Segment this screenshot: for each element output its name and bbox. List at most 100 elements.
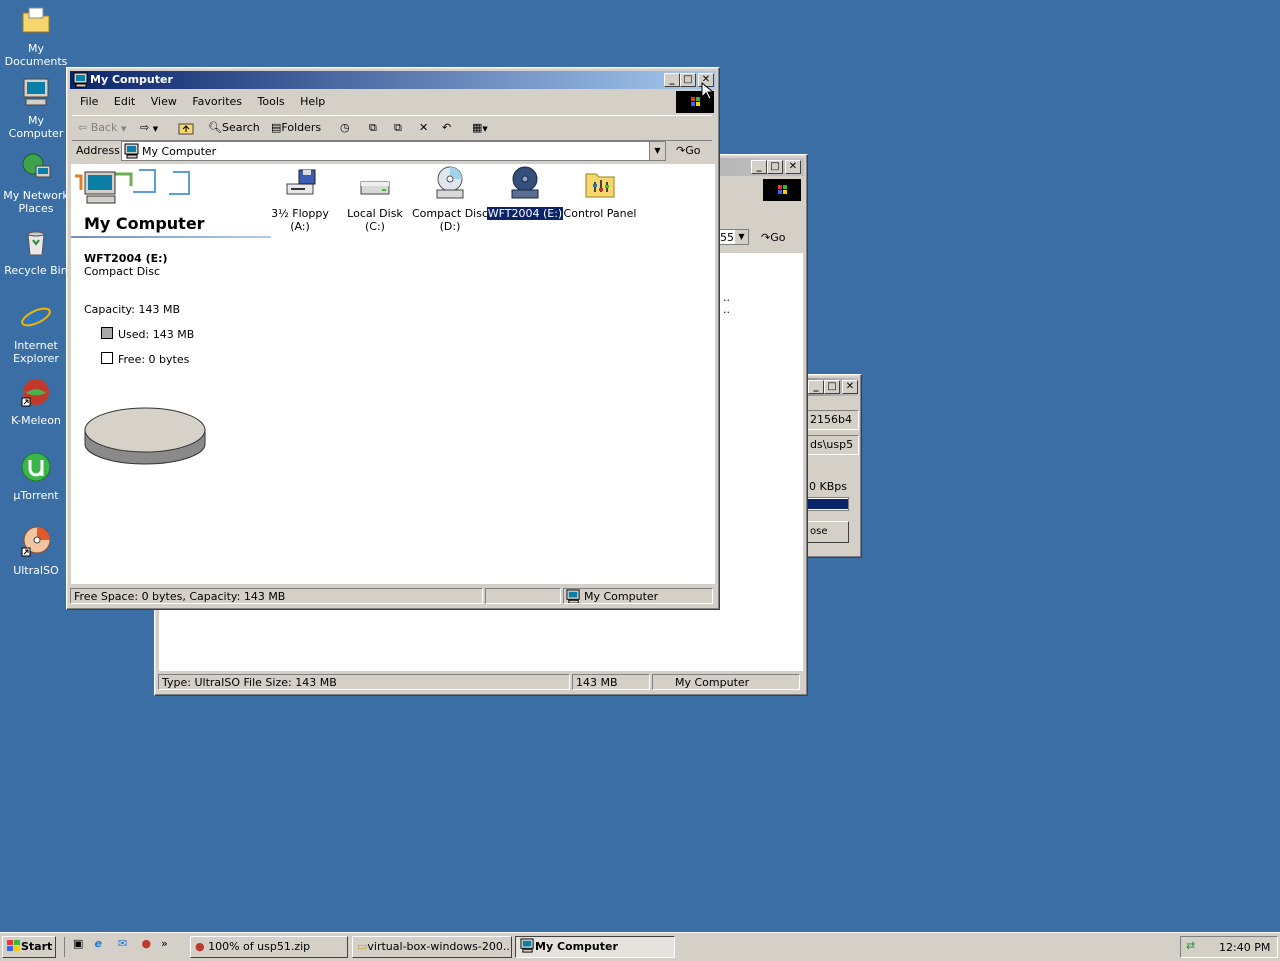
cd-drive-disc-icon xyxy=(511,166,539,199)
move-to-button[interactable]: ⧉ xyxy=(369,118,377,138)
status-empty-pane xyxy=(485,588,561,604)
menu-edit[interactable]: Edit xyxy=(108,93,141,111)
show-desktop-icon[interactable]: ▣ xyxy=(73,937,91,950)
chevron-down-icon: ▼ xyxy=(120,125,127,133)
desktop-icon-utorrent[interactable]: µTorrent xyxy=(0,451,72,502)
menu-favorites[interactable]: Favorites xyxy=(186,93,248,111)
download-close-button[interactable]: ose xyxy=(801,521,849,543)
drive-label: Compact Disc xyxy=(411,207,488,220)
delete-button[interactable]: ✕ xyxy=(419,118,428,138)
ultraiso-icon xyxy=(21,526,51,557)
history-button[interactable]: ◷ xyxy=(340,118,350,138)
minimize-button[interactable]: _ xyxy=(808,380,824,394)
maximize-button[interactable]: □ xyxy=(680,73,696,87)
drive-item-floppy[interactable]: 3½ Floppy (A:) xyxy=(261,166,339,233)
desktop-icon-network-places[interactable]: My Network Places xyxy=(0,151,72,215)
menu-file[interactable]: File xyxy=(74,93,104,111)
drive-item-wft2004[interactable]: WFT2004 (E:) xyxy=(486,166,564,220)
desktop-icon-my-computer[interactable]: My Computer xyxy=(0,76,72,140)
svg-text:e: e xyxy=(25,301,43,333)
search-button[interactable]: 🔍︎Search xyxy=(208,118,260,138)
up-folder-button[interactable] xyxy=(178,118,194,138)
undo-button[interactable]: ↶ xyxy=(442,118,451,138)
network-tray-icon[interactable]: ⇄ xyxy=(1186,939,1195,952)
maximize-button[interactable]: □ xyxy=(767,160,783,174)
close-button[interactable]: ✕ xyxy=(785,160,801,174)
move-to-icon: ⧉ xyxy=(369,121,377,134)
desktop-icon-ultraiso[interactable]: UltraISO xyxy=(0,526,72,577)
my-computer-window[interactable]: My Computer _ □ ✕ File Edit View Favorit… xyxy=(66,67,720,610)
webview-panel: My Computer WFT2004 (E:) Compact Disc Ca… xyxy=(71,164,273,584)
network-places-icon xyxy=(22,153,51,178)
used-legend-swatch xyxy=(101,327,113,339)
standard-toolbar: ⇦ Back ▼ ⇨ ▼ 🔍︎Search ▤Folders ◷ ⧉ ⧉ ✕ ↶… xyxy=(72,115,712,141)
outlook-express-icon[interactable]: ✉ xyxy=(118,937,138,950)
cd-drive-icon xyxy=(436,166,464,199)
desktop-icon-label: Places xyxy=(18,202,54,215)
maximize-button[interactable]: □ xyxy=(824,380,840,394)
desktop-icon-my-documents[interactable]: My Documents xyxy=(0,4,72,68)
task-button-download[interactable]: ● 100% of usp51.zip xyxy=(190,936,348,958)
back-go-button[interactable]: ↷Go xyxy=(761,231,785,244)
menu-tools[interactable]: Tools xyxy=(252,93,291,111)
address-label: Address xyxy=(76,144,120,157)
drive-name: WFT2004 (E:) xyxy=(84,252,168,265)
desktop-icon-label: µTorrent xyxy=(13,489,59,502)
drive-type: Compact Disc xyxy=(84,265,161,278)
go-arrow-icon: ↷ xyxy=(761,231,771,244)
desktop-icon-label: Recycle Bin xyxy=(4,264,68,277)
forward-arrow-icon: ⇨ xyxy=(140,121,150,134)
system-tray: ⇄ 12:40 PM xyxy=(1180,936,1278,958)
minimize-button[interactable]: _ xyxy=(664,73,680,87)
k-meleon-icon[interactable]: ● xyxy=(142,937,158,950)
drive-item-local-disk[interactable]: Local Disk (C:) xyxy=(336,166,414,233)
drive-item-compact-disc-d[interactable]: Compact Disc (D:) xyxy=(411,166,489,233)
folders-icon: ▤ xyxy=(271,121,282,134)
internet-explorer-icon[interactable]: e xyxy=(95,937,115,950)
window-titlebar[interactable]: My Computer xyxy=(70,71,716,89)
desktop-icon-label: My Computer xyxy=(8,114,64,140)
download-line-2: ds\usp5 xyxy=(801,435,859,455)
download-progress-bar xyxy=(801,497,849,511)
close-button[interactable]: ✕ xyxy=(842,380,858,394)
address-value: My Computer xyxy=(142,145,217,158)
free-legend-swatch xyxy=(101,352,113,364)
task-button-my-computer[interactable]: My Computer xyxy=(515,936,675,958)
minimize-button[interactable]: _ xyxy=(751,160,767,174)
my-computer-banner-icon xyxy=(75,169,190,204)
menu-help[interactable]: Help xyxy=(294,93,331,111)
my-computer-icon xyxy=(520,938,534,953)
folder-view[interactable]: My Computer WFT2004 (E:) Compact Disc Ca… xyxy=(71,164,715,584)
back-button[interactable]: ⇦ Back ▼ xyxy=(78,118,126,138)
list-fragment: .. xyxy=(723,303,730,316)
control-panel-item[interactable]: Control Panel xyxy=(561,166,639,220)
go-button[interactable]: ↷Go xyxy=(676,144,700,157)
back-address-combo[interactable]: 55 ▼ xyxy=(717,229,749,245)
menu-view[interactable]: View xyxy=(145,93,183,111)
quicklaunch-more-button[interactable]: » xyxy=(161,937,171,950)
desktop-icon-recycle-bin[interactable]: Recycle Bin xyxy=(0,226,72,277)
chevron-down-icon[interactable]: ▼ xyxy=(735,230,748,244)
start-button[interactable]: Start xyxy=(2,936,56,958)
my-documents-icon xyxy=(22,7,50,33)
recycle-bin-icon xyxy=(27,231,45,256)
desktop-icon-label: My Network xyxy=(3,189,69,202)
forward-button[interactable]: ⇨ ▼ xyxy=(140,118,158,138)
chevron-down-icon[interactable]: ▼ xyxy=(649,142,665,160)
drive-label: 3½ Floppy xyxy=(271,207,329,220)
chevron-down-icon: ▼ xyxy=(482,125,488,133)
copy-to-button[interactable]: ⧉ xyxy=(394,118,402,138)
address-combo[interactable]: My Computer ▼ xyxy=(121,141,666,161)
task-button-folder[interactable]: ▭virtual-box-windows-200... xyxy=(352,936,512,958)
desktop-icon-k-meleon[interactable]: K-Meleon xyxy=(0,376,72,427)
panel-heading: My Computer xyxy=(84,214,205,233)
folders-button[interactable]: ▤Folders xyxy=(271,118,321,138)
desktop-icon-label: My Documents xyxy=(4,42,68,68)
views-button[interactable]: ▦▼ xyxy=(472,118,488,138)
drive-label: (A:) xyxy=(290,220,310,233)
desktop-icon-internet-explorer[interactable]: e Internet Explorer xyxy=(0,301,72,365)
back-arrow-icon: ⇦ xyxy=(78,121,88,134)
download-line-1: 2156b4 xyxy=(801,410,859,430)
floppy-drive-icon xyxy=(286,169,316,195)
up-folder-icon xyxy=(178,123,194,135)
